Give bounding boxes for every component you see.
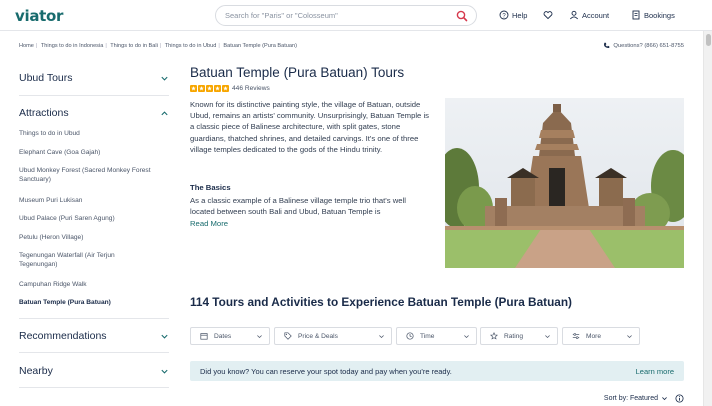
- attraction-photo[interactable]: [445, 98, 684, 268]
- breadcrumb-item[interactable]: Things to do in Indonesia: [41, 43, 104, 49]
- filter-time[interactable]: Time: [396, 327, 477, 345]
- phone-contact[interactable]: Questions? (866) 651-8755: [603, 42, 684, 49]
- search-bar[interactable]: Search for "Paris" or "Colosseum": [215, 5, 477, 26]
- chevron-down-icon: [545, 335, 550, 339]
- divider: [19, 318, 169, 319]
- calendar-icon: [200, 333, 208, 340]
- sidebar-item-campuhan-ridge[interactable]: Campuhan Ridge Walk: [19, 280, 159, 289]
- breadcrumb-separator: |: [218, 43, 220, 49]
- chevron-down-icon: [161, 369, 168, 374]
- star-icon: [198, 85, 205, 92]
- divider: [19, 387, 169, 388]
- read-more-link[interactable]: Read More: [190, 219, 228, 228]
- filter-label: Dates: [214, 332, 232, 340]
- breadcrumb: Home | Things to do in Indonesia | Things …: [19, 43, 297, 49]
- breadcrumb-separator: |: [105, 43, 107, 49]
- filter-price-deals[interactable]: Price & Deals: [274, 327, 392, 345]
- section-label: Recommendations: [19, 330, 107, 342]
- section-label: Attractions: [19, 107, 69, 119]
- star-icon: [222, 85, 229, 92]
- page-title: Batuan Temple (Pura Batuan) Tours: [190, 65, 405, 80]
- sidebar-section-recommendations[interactable]: Recommendations: [19, 330, 169, 342]
- sidebar-item-petulu[interactable]: Petulu (Heron Village): [19, 233, 159, 242]
- star-outline-icon: [490, 332, 498, 340]
- temple-photo-illustration: [445, 98, 684, 268]
- bookings-icon: [632, 10, 640, 20]
- basics-heading: The Basics: [190, 183, 231, 192]
- sidebar-section-attractions[interactable]: Attractions: [19, 107, 169, 119]
- chevron-down-icon: [662, 397, 667, 401]
- star-icon: [206, 85, 213, 92]
- breadcrumb-item[interactable]: Home: [19, 43, 34, 49]
- filter-label: Price & Deals: [298, 332, 338, 340]
- chevron-down-icon: [257, 335, 262, 339]
- info-icon[interactable]: [675, 394, 684, 403]
- sidebar-item-ubud-palace[interactable]: Ubud Palace (Puri Saren Agung): [19, 214, 159, 223]
- star-rating: [190, 85, 229, 92]
- reserve-now-banner: Did you know? You can reserve your spot …: [190, 361, 684, 381]
- tours-heading: 114 Tours and Activities to Experience B…: [190, 295, 572, 309]
- chevron-down-icon: [161, 76, 168, 81]
- divider: [19, 352, 169, 353]
- sidebar-section-ubud-tours[interactable]: Ubud Tours: [19, 72, 169, 84]
- section-label: Ubud Tours: [19, 72, 73, 84]
- star-icon: [214, 85, 221, 92]
- filter-dates[interactable]: Dates: [190, 327, 270, 345]
- sidebar-section-nearby[interactable]: Nearby: [19, 365, 169, 377]
- breadcrumb-item[interactable]: Things to do in Bali: [110, 43, 158, 49]
- sort-dropdown[interactable]: Sort by: Featured: [604, 394, 684, 403]
- sidebar-item-museum-puri-lukisan[interactable]: Museum Puri Lukisan: [19, 196, 159, 205]
- review-count[interactable]: 446 Reviews: [232, 85, 270, 92]
- top-header: viator Search for "Paris" or "Colosseum"…: [0, 0, 712, 31]
- filter-more[interactable]: More: [562, 327, 640, 345]
- search-icon[interactable]: [456, 10, 468, 22]
- sidebar-item-things-to-do[interactable]: Things to do in Ubud: [19, 129, 159, 138]
- filter-rating[interactable]: Rating: [480, 327, 558, 345]
- user-icon: [569, 10, 579, 20]
- breadcrumb-item[interactable]: Things to do in Ubud: [165, 43, 217, 49]
- bookings-link[interactable]: Bookings: [631, 10, 675, 20]
- banner-message: Did you know? You can reserve your spot …: [200, 367, 452, 376]
- star-icon: [190, 85, 197, 92]
- account-link[interactable]: Account: [569, 10, 609, 20]
- filter-label: Rating: [504, 332, 524, 340]
- bookings-label: Bookings: [644, 10, 675, 20]
- divider: [19, 95, 169, 96]
- attraction-description: Known for its distinctive painting style…: [190, 100, 430, 154]
- chevron-down-icon: [627, 335, 632, 339]
- sort-label: Sort by: Featured: [603, 395, 658, 402]
- chevron-down-icon: [161, 334, 168, 339]
- sidebar-item-tegenungan-waterfall[interactable]: Tegenungan Waterfall (Air Terjun Tegenun…: [19, 251, 154, 269]
- heart-icon[interactable]: [543, 10, 553, 20]
- filter-label: More: [586, 332, 602, 340]
- search-placeholder[interactable]: Search for "Paris" or "Colosseum": [225, 11, 338, 20]
- rating-summary[interactable]: 446 Reviews: [190, 85, 270, 92]
- clock-icon: [406, 332, 414, 340]
- section-label: Nearby: [19, 365, 53, 377]
- help-link[interactable]: ? Help: [499, 10, 527, 20]
- account-label: Account: [582, 10, 610, 20]
- breadcrumb-current: Batuan Temple (Pura Batuan): [223, 43, 297, 49]
- breadcrumb-separator: |: [35, 43, 38, 49]
- chevron-down-icon: [464, 335, 469, 339]
- sliders-icon: [572, 333, 580, 339]
- chevron-up-icon: [161, 110, 168, 115]
- page-scrollbar[interactable]: [703, 31, 712, 406]
- sidebar-item-monkey-forest[interactable]: Ubud Monkey Forest (Sacred Monkey Forest…: [19, 166, 154, 184]
- phone-icon: [604, 42, 610, 49]
- filter-label: Time: [420, 332, 435, 340]
- chevron-down-icon: [379, 335, 384, 339]
- sidebar-item-elephant-cave[interactable]: Elephant Cave (Goa Gajah): [19, 148, 159, 157]
- basics-text: As a classic example of a Balinese villa…: [190, 196, 406, 217]
- help-label: Help: [512, 10, 528, 20]
- viator-logo[interactable]: viator: [15, 7, 63, 25]
- breadcrumb-separator: |: [159, 43, 162, 49]
- learn-more-link[interactable]: Learn more: [636, 367, 674, 376]
- sidebar-item-batuan-temple[interactable]: Batuan Temple (Pura Batuan): [19, 298, 159, 307]
- price-tag-icon: [284, 332, 292, 340]
- help-icon: ?: [499, 10, 509, 20]
- phone-number: Questions? (866) 651-8755: [613, 42, 684, 49]
- scrollbar-thumb[interactable]: [706, 34, 711, 46]
